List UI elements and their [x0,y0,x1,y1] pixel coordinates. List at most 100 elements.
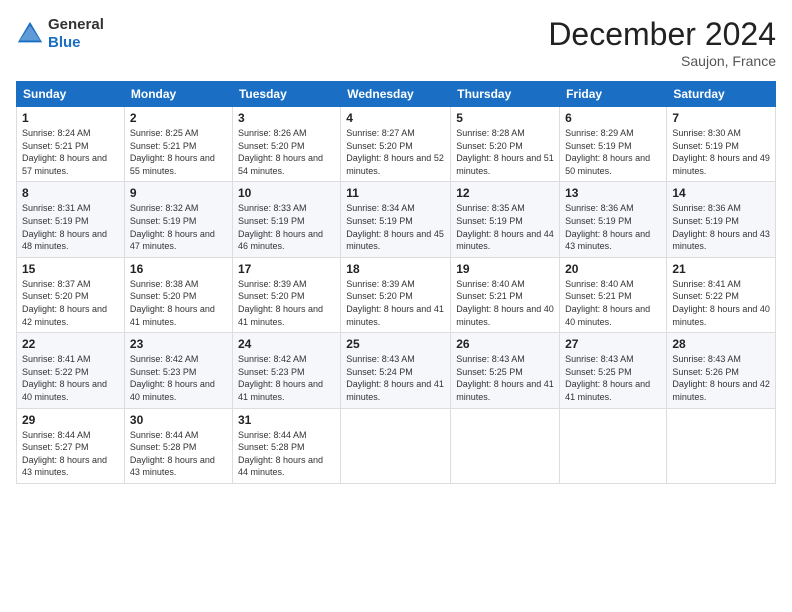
week-row-4: 22Sunrise: 8:41 AM Sunset: 5:22 PM Dayli… [17,333,776,408]
calendar-table: SundayMondayTuesdayWednesdayThursdayFrid… [16,81,776,484]
day-info: Sunrise: 8:43 AM Sunset: 5:24 PM Dayligh… [346,353,445,403]
calendar-cell: 5 Sunrise: 8:28 AM Sunset: 5:20 PM Daylig… [451,107,560,182]
week-row-3: 15Sunrise: 8:37 AM Sunset: 5:20 PM Dayli… [17,257,776,332]
day-number: 5 [456,111,554,125]
header: General Blue December 2024 Saujon, Franc… [16,16,776,69]
day-number: 26 [456,337,554,351]
day-info: Sunrise: 8:43 AM Sunset: 5:26 PM Dayligh… [672,353,770,403]
day-number: 16 [130,262,227,276]
day-info: Sunrise: 8:44 AM Sunset: 5:28 PM Dayligh… [130,429,227,479]
day-info: Sunrise: 8:26 AM Sunset: 5:20 PM Dayligh… [238,127,335,177]
day-info: Sunrise: 8:43 AM Sunset: 5:25 PM Dayligh… [456,353,554,403]
calendar-cell: 10 Sunrise: 8:33 AM Sunset: 5:19 PM Dayli… [232,182,340,257]
day-info: Sunrise: 8:36 AM Sunset: 5:19 PM Dayligh… [565,202,661,252]
calendar-cell: 18Sunrise: 8:39 AM Sunset: 5:20 PM Dayli… [341,257,451,332]
day-info: Sunrise: 8:35 AM Sunset: 5:19 PM Dayligh… [456,202,554,252]
day-number: 10 [238,186,335,200]
calendar-cell: 3 Sunrise: 8:26 AM Sunset: 5:20 PM Daylig… [232,107,340,182]
calendar-cell: 30 Sunrise: 8:44 AM Sunset: 5:28 PM Dayli… [124,408,232,483]
day-number: 9 [130,186,227,200]
calendar-cell: 11 Sunrise: 8:34 AM Sunset: 5:19 PM Dayli… [341,182,451,257]
calendar-cell: 25Sunrise: 8:43 AM Sunset: 5:24 PM Dayli… [341,333,451,408]
calendar-cell: 13 Sunrise: 8:36 AM Sunset: 5:19 PM Dayli… [560,182,667,257]
day-info: Sunrise: 8:40 AM Sunset: 5:21 PM Dayligh… [565,278,661,328]
calendar-cell [560,408,667,483]
day-number: 31 [238,413,335,427]
column-header-tuesday: Tuesday [232,82,340,107]
calendar-cell: 22Sunrise: 8:41 AM Sunset: 5:22 PM Dayli… [17,333,125,408]
day-number: 1 [22,111,119,125]
day-info: Sunrise: 8:42 AM Sunset: 5:23 PM Dayligh… [130,353,227,403]
calendar-cell: 24 Sunrise: 8:42 AM Sunset: 5:23 PM Dayli… [232,333,340,408]
column-header-friday: Friday [560,82,667,107]
calendar-cell: 2 Sunrise: 8:25 AM Sunset: 5:21 PM Daylig… [124,107,232,182]
title-block: December 2024 Saujon, France [548,16,776,69]
calendar-cell: 8Sunrise: 8:31 AM Sunset: 5:19 PM Daylig… [17,182,125,257]
day-number: 6 [565,111,661,125]
calendar-cell: 9Sunrise: 8:32 AM Sunset: 5:19 PM Daylig… [124,182,232,257]
day-number: 21 [672,262,770,276]
day-info: Sunrise: 8:25 AM Sunset: 5:21 PM Dayligh… [130,127,227,177]
calendar-cell: 27Sunrise: 8:43 AM Sunset: 5:25 PM Dayli… [560,333,667,408]
day-info: Sunrise: 8:44 AM Sunset: 5:27 PM Dayligh… [22,429,119,479]
calendar-cell: 4Sunrise: 8:27 AM Sunset: 5:20 PM Daylig… [341,107,451,182]
day-info: Sunrise: 8:29 AM Sunset: 5:19 PM Dayligh… [565,127,661,177]
column-header-wednesday: Wednesday [341,82,451,107]
calendar-cell [667,408,776,483]
calendar-cell [341,408,451,483]
column-header-thursday: Thursday [451,82,560,107]
day-info: Sunrise: 8:38 AM Sunset: 5:20 PM Dayligh… [130,278,227,328]
calendar-cell: 23Sunrise: 8:42 AM Sunset: 5:23 PM Dayli… [124,333,232,408]
day-number: 14 [672,186,770,200]
week-row-5: 29Sunrise: 8:44 AM Sunset: 5:27 PM Dayli… [17,408,776,483]
day-number: 30 [130,413,227,427]
calendar-cell: 26 Sunrise: 8:43 AM Sunset: 5:25 PM Dayli… [451,333,560,408]
day-info: Sunrise: 8:42 AM Sunset: 5:23 PM Dayligh… [238,353,335,403]
day-info: Sunrise: 8:40 AM Sunset: 5:21 PM Dayligh… [456,278,554,328]
calendar-cell: 14 Sunrise: 8:36 AM Sunset: 5:19 PM Dayli… [667,182,776,257]
day-number: 7 [672,111,770,125]
column-header-monday: Monday [124,82,232,107]
day-info: Sunrise: 8:33 AM Sunset: 5:19 PM Dayligh… [238,202,335,252]
day-number: 11 [346,186,445,200]
day-number: 12 [456,186,554,200]
calendar-cell: 28 Sunrise: 8:43 AM Sunset: 5:26 PM Dayli… [667,333,776,408]
day-info: Sunrise: 8:36 AM Sunset: 5:19 PM Dayligh… [672,202,770,252]
calendar-cell [451,408,560,483]
day-info: Sunrise: 8:39 AM Sunset: 5:20 PM Dayligh… [238,278,335,328]
day-info: Sunrise: 8:34 AM Sunset: 5:19 PM Dayligh… [346,202,445,252]
calendar-cell: 21 Sunrise: 8:41 AM Sunset: 5:22 PM Dayli… [667,257,776,332]
month-title: December 2024 [548,16,776,53]
day-number: 17 [238,262,335,276]
calendar-cell: 19 Sunrise: 8:40 AM Sunset: 5:21 PM Dayli… [451,257,560,332]
day-info: Sunrise: 8:27 AM Sunset: 5:20 PM Dayligh… [346,127,445,177]
day-info: Sunrise: 8:37 AM Sunset: 5:20 PM Dayligh… [22,278,119,328]
day-number: 19 [456,262,554,276]
calendar-cell: 1 Sunrise: 8:24 AM Sunset: 5:21 PM Daylig… [17,107,125,182]
header-row: SundayMondayTuesdayWednesdayThursdayFrid… [17,82,776,107]
calendar-cell: 31 Sunrise: 8:44 AM Sunset: 5:28 PM Dayli… [232,408,340,483]
day-number: 28 [672,337,770,351]
day-number: 2 [130,111,227,125]
day-number: 3 [238,111,335,125]
day-number: 20 [565,262,661,276]
day-number: 13 [565,186,661,200]
calendar-cell: 15Sunrise: 8:37 AM Sunset: 5:20 PM Dayli… [17,257,125,332]
day-info: Sunrise: 8:44 AM Sunset: 5:28 PM Dayligh… [238,429,335,479]
week-row-2: 8Sunrise: 8:31 AM Sunset: 5:19 PM Daylig… [17,182,776,257]
day-number: 24 [238,337,335,351]
day-info: Sunrise: 8:43 AM Sunset: 5:25 PM Dayligh… [565,353,661,403]
day-info: Sunrise: 8:39 AM Sunset: 5:20 PM Dayligh… [346,278,445,328]
calendar-cell: 16 Sunrise: 8:38 AM Sunset: 5:20 PM Dayli… [124,257,232,332]
day-info: Sunrise: 8:24 AM Sunset: 5:21 PM Dayligh… [22,127,119,177]
day-info: Sunrise: 8:41 AM Sunset: 5:22 PM Dayligh… [672,278,770,328]
column-header-sunday: Sunday [17,82,125,107]
calendar-cell: 12 Sunrise: 8:35 AM Sunset: 5:19 PM Dayli… [451,182,560,257]
day-info: Sunrise: 8:28 AM Sunset: 5:20 PM Dayligh… [456,127,554,177]
day-info: Sunrise: 8:30 AM Sunset: 5:19 PM Dayligh… [672,127,770,177]
logo-blue-text: Blue [48,34,81,51]
location: Saujon, France [548,53,776,69]
page: General Blue December 2024 Saujon, Franc… [0,0,792,612]
day-info: Sunrise: 8:31 AM Sunset: 5:19 PM Dayligh… [22,202,119,252]
calendar-cell: 29Sunrise: 8:44 AM Sunset: 5:27 PM Dayli… [17,408,125,483]
